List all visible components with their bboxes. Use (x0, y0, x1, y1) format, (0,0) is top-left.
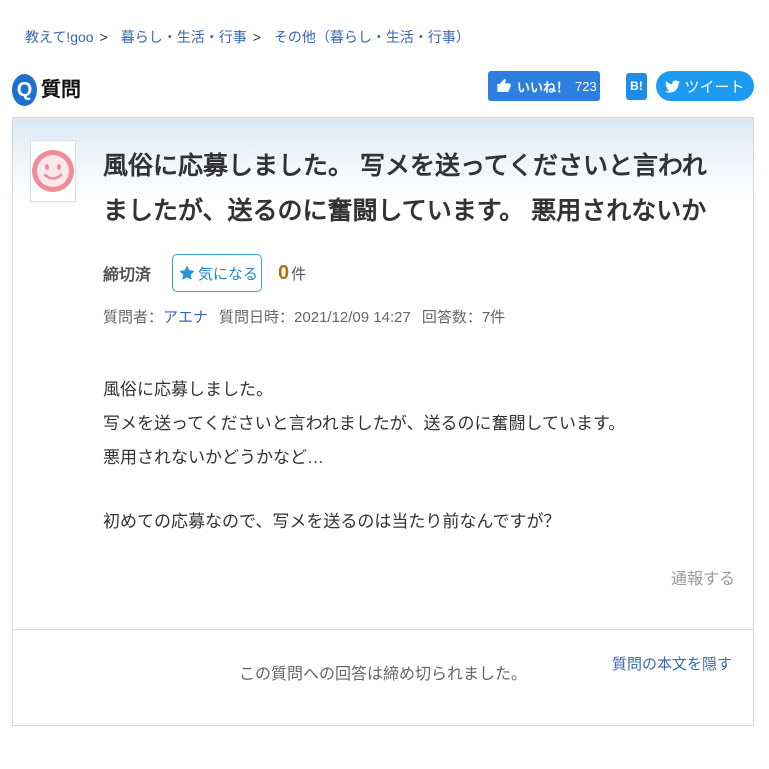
avatar[interactable] (30, 140, 76, 202)
breadcrumb-link-oshiete-goo[interactable]: 教えて!goo (25, 29, 94, 45)
tweet-button-label: ツイート (684, 78, 745, 96)
body-line: 悪用されないかどうかなど… (103, 448, 324, 467)
body-line: 初めての応募なので、写メを送るのは当たり前なんですが？ (103, 512, 561, 531)
date-label: 質問日時： (219, 309, 295, 326)
hide-question-body-link[interactable]: 質問の本文を隠す (612, 655, 732, 675)
smiley-face-icon (32, 150, 74, 192)
like-button[interactable]: いいね！ 723 (488, 71, 600, 101)
answers-label: 回答数： (421, 309, 482, 326)
star-icon (178, 264, 196, 282)
watch-count: 0 (278, 261, 290, 284)
twitter-bird-icon (665, 79, 681, 94)
hatena-bookmark-button[interactable]: B! (626, 73, 647, 100)
tweet-button[interactable]: ツイート (656, 71, 754, 101)
date-value: 2021/12/09 14:27 (294, 309, 411, 326)
thumbs-up-icon (496, 78, 512, 94)
watch-button[interactable]: 気になる (172, 254, 262, 292)
question-title: 風俗に応募しました。 写メを送ってくださいと言われましたが、送るのに奮闘していま… (103, 152, 707, 225)
watch-count-unit: 件 (291, 265, 307, 283)
breadcrumb-separator: > (252, 29, 261, 45)
asker-label: 質問者： (103, 309, 164, 326)
answers-count: 7件 (481, 309, 506, 326)
watch-button-label: 気になる (198, 265, 259, 283)
answers-group: 回答数：7件 (422, 309, 505, 326)
breadcrumb-link-kurashi[interactable]: 暮らし・生活・行事 (121, 29, 247, 45)
question-q-icon: Q (12, 74, 37, 106)
like-count: 723 (575, 78, 597, 94)
date-group: 質問日時：2021/12/09 14:27 (219, 309, 411, 326)
body-paragraph: 初めての応募なので、写メを送るのは当たり前なんですが？ (103, 505, 733, 539)
asker-name-link[interactable]: アエナ (163, 309, 208, 326)
breadcrumb: 教えて!goo > 暮らし・生活・行事 > その他（暮らし・生活・行事） (25, 28, 470, 46)
divider (13, 629, 753, 630)
question-body: 風俗に応募しました。 写メを送ってくださいと言われましたが、送るのに奮闘していま… (103, 373, 733, 539)
question-meta: 質問者：アエナ 質問日時：2021/12/09 14:27 回答数：7件 (103, 308, 505, 328)
body-paragraph: 風俗に応募しました。 写メを送ってくださいと言われましたが、送るのに奮闘していま… (103, 373, 733, 475)
status-badge: 締切済 (103, 267, 152, 284)
report-link[interactable]: 通報する (671, 570, 735, 590)
page-title: 質問 (41, 79, 81, 101)
breadcrumb-separator: > (99, 29, 108, 45)
body-line: 写メを送ってくださいと言われましたが、送るのに奮闘しています。 (103, 414, 626, 433)
body-line: 風俗に応募しました。 (103, 380, 273, 399)
question-card: 風俗に応募しました。 写メを送ってくださいと言われましたが、送るのに奮闘していま… (12, 117, 754, 726)
breadcrumb-link-sonota[interactable]: その他（暮らし・生活・行事） (274, 29, 470, 45)
like-button-label: いいね！ (517, 79, 570, 95)
status-row: 締切済 気になる 0 件 (103, 254, 306, 292)
